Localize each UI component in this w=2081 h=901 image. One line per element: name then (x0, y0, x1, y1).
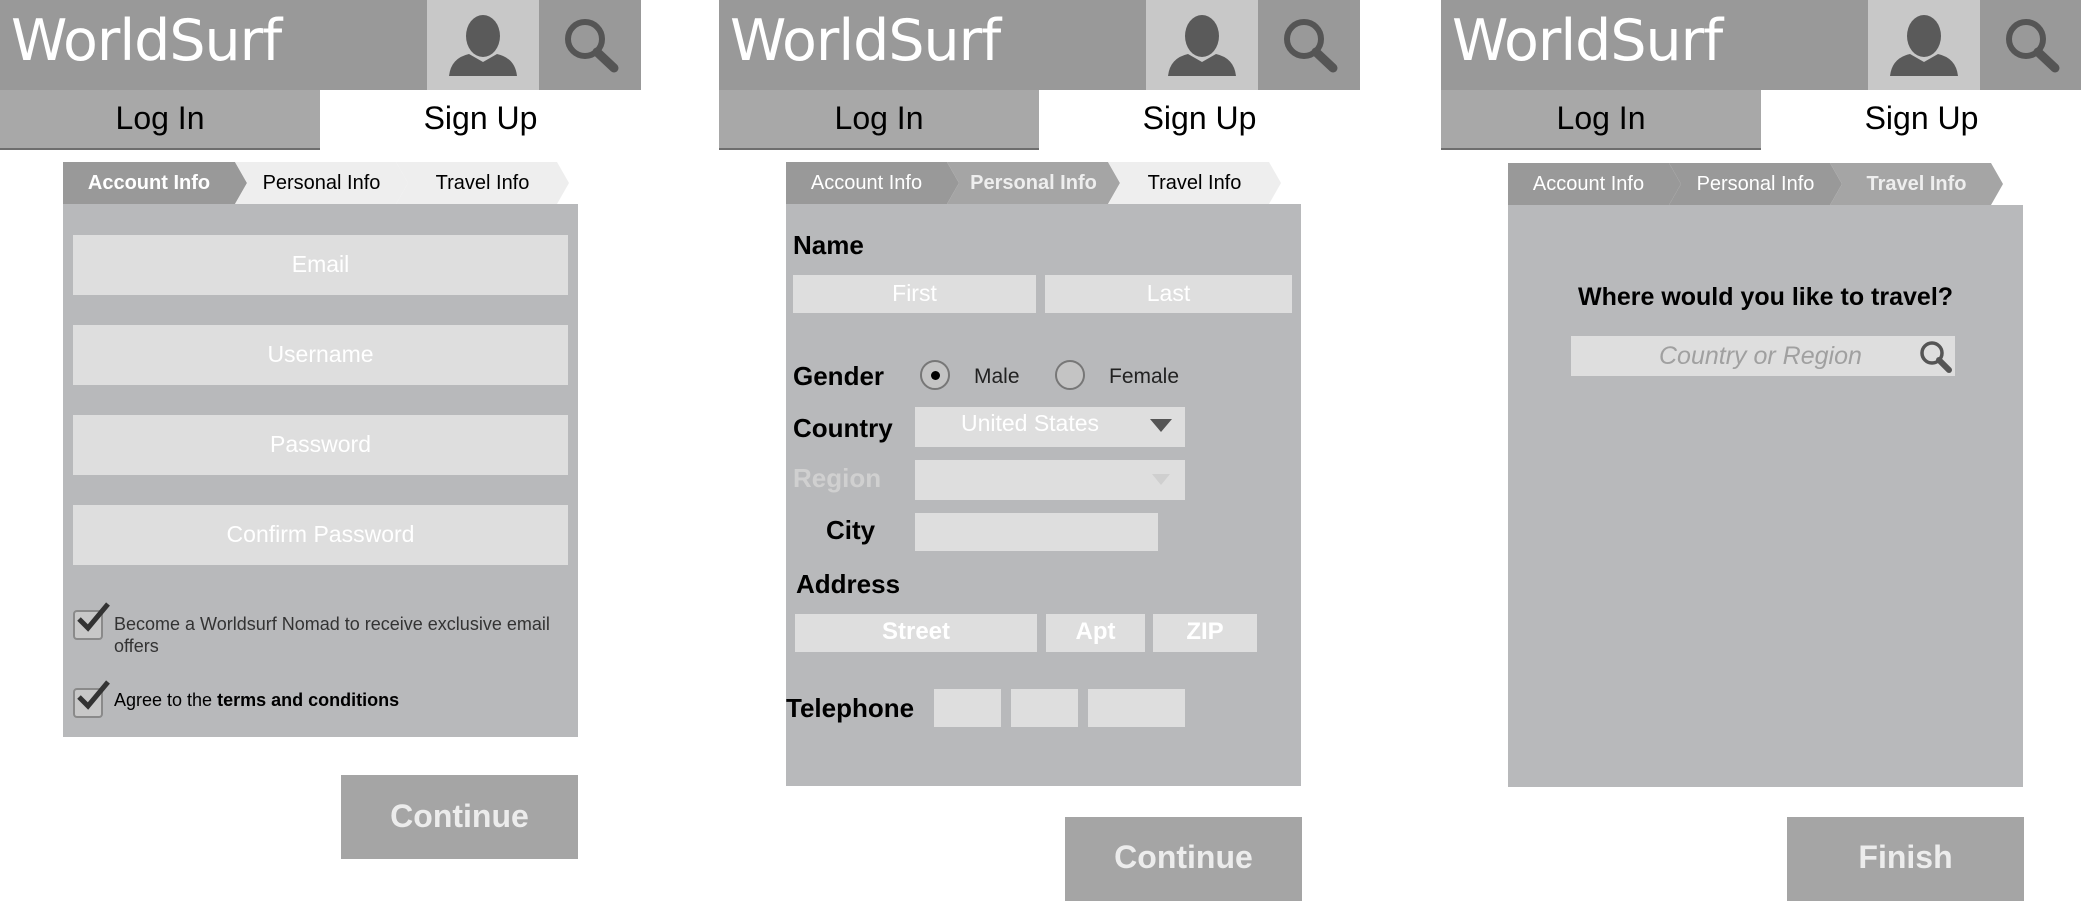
tab-sign-up[interactable]: Sign Up (1761, 90, 2081, 150)
gender-female-label: Female (1109, 365, 1180, 388)
email-field[interactable]: Email (73, 235, 568, 295)
user-profile-button[interactable] (1868, 0, 1980, 90)
step-label: Account Info (1532, 173, 1645, 195)
step-indicator: Account Info Personal Info Travel Info (0, 162, 641, 204)
telephone-label: Telephone (786, 693, 915, 723)
password-field[interactable]: Password (73, 415, 568, 475)
step-label: Account Info (87, 172, 211, 194)
region-label: Region (793, 463, 882, 493)
user-icon (449, 15, 517, 76)
terms-checkbox[interactable] (73, 680, 110, 718)
search-icon[interactable] (1917, 338, 1953, 374)
search-button[interactable] (1258, 0, 1360, 90)
step-indicator: Account Info Personal Info Travel Info (719, 162, 1360, 204)
tab-sign-up[interactable]: Sign Up (1039, 90, 1360, 150)
username-field[interactable]: Username (73, 325, 568, 385)
region-select[interactable] (915, 460, 1185, 500)
apt-field[interactable]: Apt (1046, 614, 1145, 652)
terms-label-prefix: Agree to the (114, 690, 218, 710)
search-button[interactable] (1980, 0, 2081, 90)
country-label: Country (793, 413, 893, 443)
continue-button[interactable]: Continue (341, 775, 578, 859)
step-account-info[interactable]: Account Info (786, 162, 959, 204)
search-icon (2006, 19, 2060, 73)
app-header: WorldSurf (719, 0, 1360, 90)
terms-checkbox-label: Agree to the terms and conditions (114, 689, 564, 711)
gender-male-label: Male (974, 365, 1020, 388)
user-profile-button[interactable] (1146, 0, 1258, 90)
signup-screen-personal-info: WorldSurf Log In Sign Up Account Info Pe… (719, 0, 1360, 901)
destination-search-placeholder: Country or Region (1659, 342, 1862, 370)
address-label: Address (796, 569, 901, 599)
continue-button[interactable]: Continue (1065, 817, 1302, 901)
gender-male-radio[interactable] (920, 360, 950, 390)
step-travel-info[interactable]: Travel Info (1830, 163, 2003, 205)
tab-log-in[interactable]: Log In (1441, 90, 1761, 150)
name-label: Name (793, 230, 864, 260)
step-travel-info[interactable]: Travel Info (396, 162, 569, 204)
travel-question: Where would you like to travel? (1577, 283, 1954, 311)
travel-info-panel: Where would you like to travel? Country … (1508, 205, 2023, 787)
zip-field[interactable]: ZIP (1153, 614, 1257, 652)
personal-info-panel: Name First Last Gender Male Female Count… (786, 204, 1301, 786)
step-personal-info[interactable]: Personal Info (1669, 163, 1842, 205)
destination-search-field[interactable]: Country or Region (1571, 336, 1955, 376)
step-label: Personal Info (970, 172, 1097, 194)
checkmark-icon (77, 680, 110, 710)
signup-screen-travel-info: WorldSurf Log In Sign Up Account Info Pe… (1441, 0, 2081, 901)
step-label: Personal Info (1696, 173, 1815, 195)
telephone-area-code-field[interactable] (934, 689, 1001, 727)
radio-selected-dot (931, 371, 940, 380)
step-label: Travel Info (435, 172, 530, 194)
app-header: WorldSurf (1441, 0, 2081, 90)
tab-log-in[interactable]: Log In (719, 90, 1039, 150)
street-field[interactable]: Street (795, 614, 1037, 652)
chevron-down-icon (1152, 474, 1170, 485)
telephone-prefix-field[interactable] (1011, 689, 1078, 727)
user-profile-button[interactable] (427, 0, 539, 90)
nomad-checkbox-label: Become a Worldsurf Nomad to receive excl… (114, 614, 550, 656)
step-label: Personal Info (262, 172, 381, 194)
step-label: Account Info (810, 172, 923, 194)
last-name-field[interactable]: Last (1045, 275, 1292, 313)
search-icon (1284, 19, 1338, 73)
step-label: Travel Info (1147, 172, 1242, 194)
brand-logo: WorldSurf (1452, 8, 1723, 74)
nomad-checkbox[interactable] (73, 602, 110, 640)
step-personal-info[interactable]: Personal Info (947, 162, 1120, 204)
search-icon (565, 19, 619, 73)
terms-link[interactable]: terms and conditions (217, 690, 399, 710)
city-label: City (826, 515, 876, 545)
checkmark-icon (77, 602, 110, 632)
signup-screen-account-info: WorldSurf Log In Sign Up Account Info Pe… (0, 0, 641, 901)
search-button[interactable] (539, 0, 641, 90)
first-name-field[interactable]: First (793, 275, 1036, 313)
step-indicator: Account Info Personal Info Travel Info (1441, 163, 2081, 205)
gender-female-radio[interactable] (1055, 360, 1085, 390)
account-info-panel: Email Username Password Confirm Password… (63, 204, 578, 737)
finish-button[interactable]: Finish (1787, 817, 2024, 901)
user-icon (1890, 15, 1958, 76)
app-header: WorldSurf (0, 0, 641, 90)
step-personal-info[interactable]: Personal Info (235, 162, 408, 204)
chevron-down-icon (1150, 419, 1172, 432)
country-select[interactable]: United States (915, 407, 1185, 447)
city-field[interactable] (915, 513, 1158, 551)
tab-log-in[interactable]: Log In (0, 90, 320, 150)
step-account-info[interactable]: Account Info (1508, 163, 1681, 205)
step-travel-info[interactable]: Travel Info (1108, 162, 1281, 204)
telephone-line-field[interactable] (1088, 689, 1185, 727)
brand-logo: WorldSurf (730, 8, 1001, 74)
step-account-info[interactable]: Account Info (63, 162, 247, 204)
brand-logo: WorldSurf (11, 8, 282, 74)
step-label: Travel Info (1866, 173, 1967, 195)
country-select-value: United States (960, 410, 1100, 436)
gender-label: Gender (793, 361, 885, 391)
tab-sign-up[interactable]: Sign Up (320, 90, 641, 150)
confirm-password-field[interactable]: Confirm Password (73, 505, 568, 565)
user-icon (1168, 15, 1236, 76)
